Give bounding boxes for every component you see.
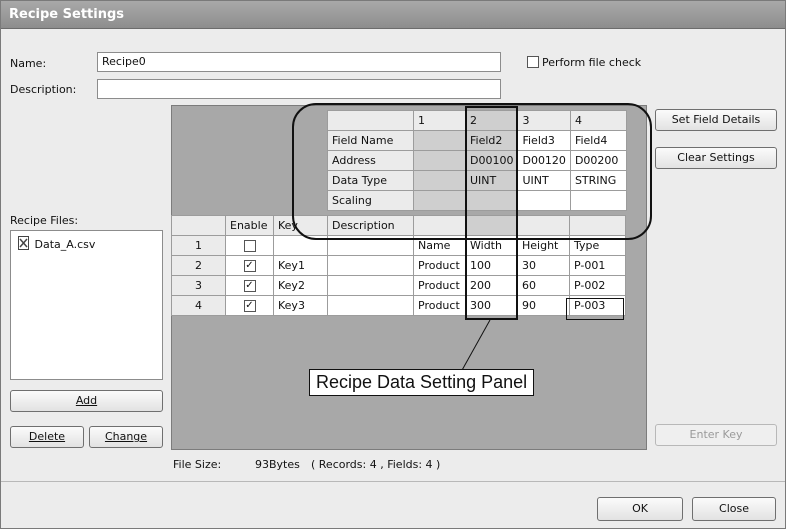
perform-file-check-label: Perform file check	[542, 56, 642, 69]
enable-checkbox[interactable]	[243, 240, 256, 252]
recipe-data-setting-panel-label: Recipe Data Setting Panel	[309, 369, 535, 396]
enable-checkbox[interactable]: ✓	[243, 260, 256, 272]
file-size-label: File Size:	[173, 458, 222, 471]
change-button[interactable]: Change	[89, 426, 163, 448]
add-button-label: Add	[75, 394, 98, 407]
clear-settings-label: Clear Settings	[677, 151, 755, 164]
description-cell[interactable]	[327, 275, 414, 296]
enable-cell[interactable]: ✓	[225, 295, 274, 316]
file-name: Data_A.csv	[34, 238, 96, 251]
data-cell[interactable]: Product	[413, 295, 466, 316]
annotation-leader-line	[460, 319, 491, 373]
set-field-details-button[interactable]: Set Field Details	[655, 109, 777, 131]
data-cell[interactable]: P-001	[569, 255, 626, 276]
table-row[interactable]: 4 ✓ Key3 Product 300 90 P-003	[171, 295, 626, 316]
ok-button[interactable]: OK	[597, 497, 683, 521]
clear-settings-button[interactable]: Clear Settings	[655, 147, 777, 169]
enable-cell[interactable]	[225, 235, 274, 256]
add-button[interactable]: Add	[10, 390, 163, 412]
change-button-label: Change	[104, 430, 148, 443]
enable-cell[interactable]: ✓	[225, 275, 274, 296]
table-row[interactable]: 3 ✓ Key2 Product 200 60 P-002	[171, 275, 626, 296]
footer-divider	[1, 481, 785, 482]
csv-file-icon	[17, 236, 31, 253]
delete-button[interactable]: Delete	[10, 426, 84, 448]
table-row[interactable]: 2 ✓ Key1 Product 100 30 P-001	[171, 255, 626, 276]
enable-cell[interactable]: ✓	[225, 255, 274, 276]
column-2-highlight	[465, 106, 518, 320]
title-bar: Recipe Settings	[1, 1, 785, 29]
name-label: Name:	[10, 57, 47, 70]
enable-checkbox[interactable]: ✓	[243, 300, 256, 312]
description-cell[interactable]	[327, 255, 414, 276]
enable-header: Enable	[225, 215, 274, 236]
window-title: Recipe Settings	[9, 7, 125, 22]
row-number: 2	[171, 255, 226, 276]
data-cell[interactable]: Product	[413, 275, 466, 296]
data-cell[interactable]: 60	[517, 275, 570, 296]
recipe-files-list[interactable]: Data_A.csv	[10, 230, 163, 380]
close-button-label: Close	[719, 502, 749, 515]
data-cell[interactable]: Product	[413, 255, 466, 276]
perform-file-check-checkbox[interactable]	[527, 56, 539, 68]
key-cell[interactable]: Key1	[273, 255, 328, 276]
ok-button-label: OK	[632, 502, 648, 515]
row-number: 4	[171, 295, 226, 316]
description-label: Description:	[10, 83, 77, 96]
key-cell[interactable]: Key3	[273, 295, 328, 316]
key-cell[interactable]: Key2	[273, 275, 328, 296]
file-size-value: 93Bytes	[255, 458, 300, 471]
set-field-details-label: Set Field Details	[671, 113, 761, 126]
description-cell[interactable]	[327, 295, 414, 316]
cell-highlight-box	[566, 298, 624, 320]
enable-checkbox[interactable]: ✓	[243, 280, 256, 292]
data-cell[interactable]: 90	[517, 295, 570, 316]
description-input[interactable]	[97, 79, 501, 99]
enter-key-button[interactable]: Enter Key	[655, 424, 777, 446]
records-fields-summary: ( Records: 4 , Fields: 4 )	[311, 458, 441, 471]
data-cell[interactable]: P-002	[569, 275, 626, 296]
row-number: 1	[171, 235, 226, 256]
recipe-files-label: Recipe Files:	[10, 214, 79, 227]
row-number-header	[171, 215, 226, 236]
name-input[interactable]: Recipe0	[97, 52, 501, 72]
delete-button-label: Delete	[28, 430, 66, 443]
enter-key-label: Enter Key	[689, 428, 743, 441]
data-cell[interactable]: 30	[517, 255, 570, 276]
close-button[interactable]: Close	[692, 497, 776, 521]
row-number: 3	[171, 275, 226, 296]
list-item[interactable]: Data_A.csv	[17, 236, 95, 253]
